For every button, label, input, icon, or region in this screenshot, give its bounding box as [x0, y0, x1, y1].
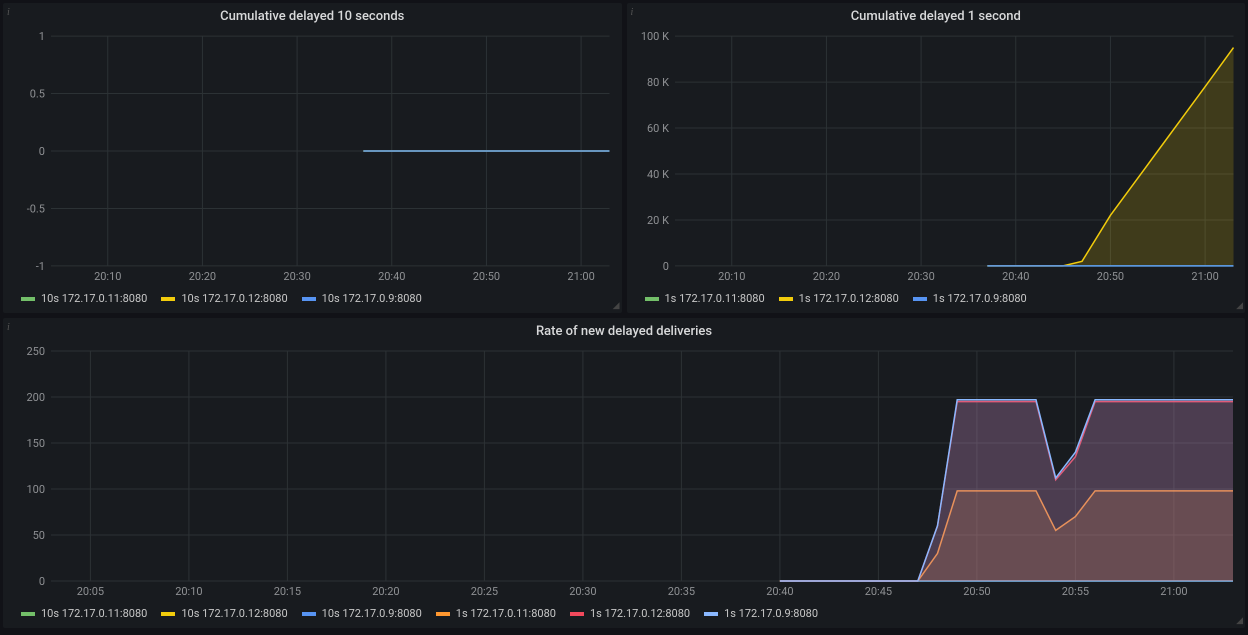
svg-text:100: 100 — [26, 483, 45, 496]
legend-label: 1s 172.17.0.12:8080 — [590, 607, 690, 620]
legend-label: 10s 172.17.0.12:8080 — [181, 292, 287, 305]
legend-swatch — [436, 612, 450, 616]
panel-cumulative-10s: i Cumulative delayed 10 seconds -1 -0.5 0 0… — [3, 3, 622, 313]
svg-text:20:45: 20:45 — [865, 585, 892, 598]
resize-icon[interactable]: ◢ — [1236, 616, 1243, 626]
svg-text:20:35: 20:35 — [668, 585, 695, 598]
svg-text:20:20: 20:20 — [189, 270, 216, 283]
legend-item[interactable]: 10s 172.17.0.11:8080 — [21, 607, 147, 620]
svg-text:20:50: 20:50 — [1096, 270, 1123, 283]
legend-item[interactable]: 10s 172.17.0.12:8080 — [161, 292, 287, 305]
svg-text:20:25: 20:25 — [471, 585, 498, 598]
svg-text:20:20: 20:20 — [372, 585, 399, 598]
svg-text:20:30: 20:30 — [569, 585, 596, 598]
legend-item[interactable]: 1s 172.17.0.12:8080 — [570, 607, 690, 620]
svg-text:20:10: 20:10 — [718, 270, 745, 283]
chart-area[interactable]: -1 -0.5 0 0.5 1 20:10 20:20 20:30 20:40 20:50 21:0… — [11, 32, 614, 284]
legend-label: 10s 172.17.0.9:8080 — [322, 292, 422, 305]
info-icon[interactable]: i — [7, 7, 10, 18]
legend-swatch — [913, 297, 927, 301]
panel-title: Rate of new delayed deliveries — [3, 318, 1245, 341]
resize-icon[interactable]: ◢ — [1236, 301, 1243, 311]
panel-title: Cumulative delayed 10 seconds — [3, 3, 622, 26]
svg-text:20:05: 20:05 — [77, 585, 104, 598]
legend-item[interactable]: 10s 172.17.0.11:8080 — [21, 292, 147, 305]
legend-swatch — [302, 612, 316, 616]
panel-cumulative-1s: i Cumulative delayed 1 second 0 20 K 40 K 6… — [627, 3, 1246, 313]
svg-text:50: 50 — [33, 529, 45, 542]
legend-item[interactable]: 10s 172.17.0.12:8080 — [161, 607, 287, 620]
legend-swatch — [302, 297, 316, 301]
svg-text:20:30: 20:30 — [907, 270, 934, 283]
info-icon[interactable]: i — [7, 322, 10, 333]
svg-text:100 K: 100 K — [640, 32, 668, 43]
legend-swatch — [779, 297, 793, 301]
legend-label: 10s 172.17.0.11:8080 — [41, 607, 147, 620]
svg-text:20:40: 20:40 — [1002, 270, 1029, 283]
svg-text:1: 1 — [39, 32, 45, 43]
legend-item[interactable]: 10s 172.17.0.9:8080 — [302, 607, 422, 620]
svg-text:0: 0 — [39, 145, 45, 158]
svg-text:21:00: 21:00 — [1160, 585, 1187, 598]
legend-label: 1s 172.17.0.11:8080 — [665, 292, 765, 305]
svg-text:20:15: 20:15 — [274, 585, 301, 598]
legend-label: 1s 172.17.0.9:8080 — [933, 292, 1027, 305]
legend: 10s 172.17.0.11:8080 10s 172.17.0.12:8080… — [3, 286, 622, 313]
panel-title: Cumulative delayed 1 second — [627, 3, 1246, 26]
svg-text:20:55: 20:55 — [1062, 585, 1089, 598]
svg-text:80 K: 80 K — [647, 76, 669, 89]
svg-text:21:00: 21:00 — [1191, 270, 1218, 283]
legend-item[interactable]: 1s 172.17.0.11:8080 — [645, 292, 765, 305]
legend-swatch — [570, 612, 584, 616]
svg-text:-1: -1 — [36, 260, 45, 273]
svg-text:20:40: 20:40 — [766, 585, 793, 598]
legend-swatch — [21, 612, 35, 616]
legend-item[interactable]: 10s 172.17.0.9:8080 — [302, 292, 422, 305]
svg-text:-0.5: -0.5 — [27, 202, 45, 215]
svg-text:20:10: 20:10 — [94, 270, 121, 283]
chart-area[interactable]: 0 50 100 150 200 250 20:05 20:10 20:15 20:20 20:25… — [11, 347, 1237, 599]
legend-label: 1s 172.17.0.11:8080 — [456, 607, 556, 620]
legend-item[interactable]: 1s 172.17.0.11:8080 — [436, 607, 556, 620]
svg-text:20:20: 20:20 — [812, 270, 839, 283]
svg-text:150: 150 — [26, 437, 45, 450]
svg-text:250: 250 — [26, 347, 45, 358]
legend: 1s 172.17.0.11:8080 1s 172.17.0.12:8080 1s… — [627, 286, 1246, 313]
svg-text:20:40: 20:40 — [378, 270, 405, 283]
svg-text:20:30: 20:30 — [283, 270, 310, 283]
chart-area[interactable]: 0 20 K 40 K 60 K 80 K 100 K 20:10 20:20 20:30 20:… — [635, 32, 1238, 284]
legend-label: 1s 172.17.0.9:8080 — [724, 607, 818, 620]
legend: 10s 172.17.0.11:8080 10s 172.17.0.12:8080… — [3, 601, 1245, 628]
svg-text:20:10: 20:10 — [175, 585, 202, 598]
legend-swatch — [21, 297, 35, 301]
legend-label: 10s 172.17.0.9:8080 — [322, 607, 422, 620]
info-icon[interactable]: i — [631, 7, 634, 18]
legend-swatch — [161, 612, 175, 616]
svg-text:0: 0 — [39, 575, 45, 588]
svg-text:0: 0 — [662, 260, 668, 273]
legend-item[interactable]: 1s 172.17.0.12:8080 — [779, 292, 899, 305]
svg-text:200: 200 — [26, 391, 45, 404]
svg-text:20:50: 20:50 — [473, 270, 500, 283]
legend-swatch — [161, 297, 175, 301]
legend-label: 10s 172.17.0.11:8080 — [41, 292, 147, 305]
svg-text:20:50: 20:50 — [963, 585, 990, 598]
legend-item[interactable]: 1s 172.17.0.9:8080 — [704, 607, 818, 620]
svg-text:20 K: 20 K — [647, 214, 669, 227]
legend-item[interactable]: 1s 172.17.0.9:8080 — [913, 292, 1027, 305]
svg-text:0.5: 0.5 — [30, 88, 45, 101]
svg-text:40 K: 40 K — [647, 168, 669, 181]
svg-text:21:00: 21:00 — [567, 270, 594, 283]
legend-swatch — [704, 612, 718, 616]
panel-rate: i Rate of new delayed deliveries 0 50 100 1… — [3, 318, 1245, 628]
resize-icon[interactable]: ◢ — [613, 301, 620, 311]
legend-label: 10s 172.17.0.12:8080 — [181, 607, 287, 620]
legend-label: 1s 172.17.0.12:8080 — [799, 292, 899, 305]
legend-swatch — [645, 297, 659, 301]
svg-text:60 K: 60 K — [647, 122, 669, 135]
